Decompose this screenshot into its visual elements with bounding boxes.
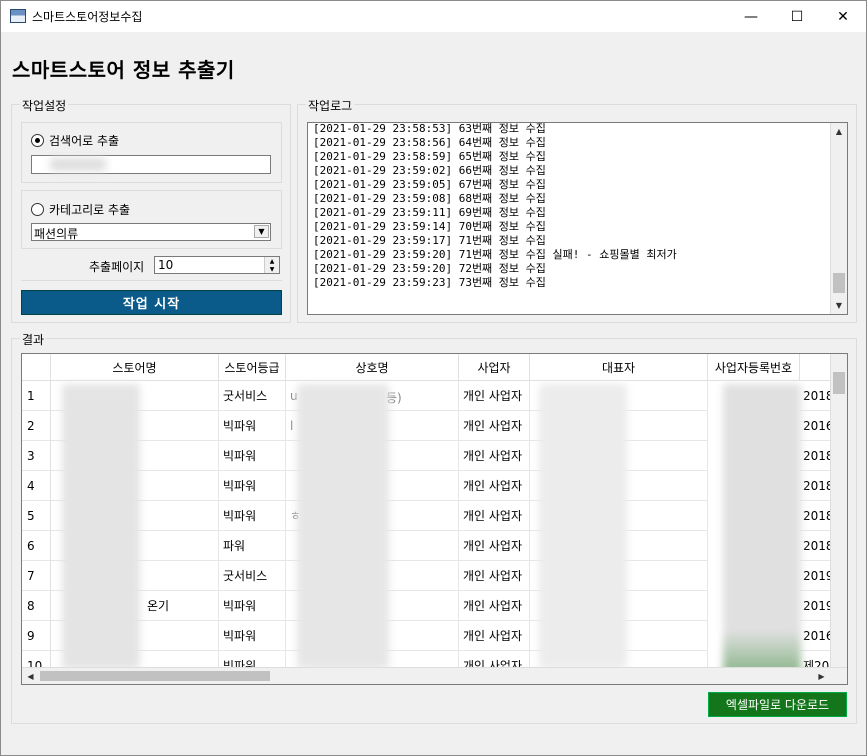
category-box: 카테고리로 추출 패션의류 ▼ xyxy=(21,190,282,249)
cell-regno[interactable]: 2018 xyxy=(800,531,832,561)
scroll-up-icon[interactable]: ▲ xyxy=(831,123,847,140)
column-header-store[interactable]: 스토어명 xyxy=(51,354,219,381)
table-hscrollbar[interactable]: ◀ ▶ xyxy=(22,667,847,684)
redacted-keyword xyxy=(50,158,106,171)
pages-stepper[interactable]: 10 ▲ ▼ xyxy=(154,256,280,274)
log-line: [2021-01-29 23:59:23] 73번째 정보 수집 xyxy=(313,276,546,289)
settings-group-label: 작업설정 xyxy=(20,97,69,114)
excel-download-button[interactable]: 엑셀파일로 다운로드 xyxy=(708,692,847,717)
cell-regno[interactable]: 2018 xyxy=(800,501,832,531)
keyword-box: 검색어로 추출 xyxy=(21,122,282,183)
cell-regno[interactable]: 2019 xyxy=(800,561,832,591)
settings-group: 작업설정 검색어로 추출 카테고리로 추출 패션의류 ▼ 추출페이지 10 ▲ … xyxy=(11,97,291,323)
column-header-company[interactable]: 상호명 xyxy=(286,354,459,381)
title-bar: 스마트스토어정보수집 — ☐ ✕ xyxy=(1,1,866,32)
keyword-input[interactable] xyxy=(31,155,271,174)
stepper-up-icon[interactable]: ▲ xyxy=(265,257,279,265)
row-number[interactable]: 9 xyxy=(22,621,51,651)
column-header-representative[interactable]: 대표자 xyxy=(530,354,708,381)
column-header-extra xyxy=(800,354,832,381)
row-number[interactable]: 2 xyxy=(22,411,51,441)
row-number[interactable]: 8 xyxy=(22,591,51,621)
row-number[interactable]: 4 xyxy=(22,471,51,501)
cell-business[interactable]: 개인 사업자 xyxy=(459,471,530,501)
log-textarea[interactable]: [2021-01-29 23:58:53] 63번째 정보 수집 [2021-01… xyxy=(307,122,848,315)
cell-grade[interactable]: 굿서비스 xyxy=(219,381,286,411)
row-number[interactable]: 7 xyxy=(22,561,51,591)
results-group-label: 결과 xyxy=(20,331,47,348)
cell-regno[interactable]: 2019 xyxy=(800,591,832,621)
category-radio[interactable] xyxy=(31,203,44,216)
cell-grade[interactable]: 빅파워 xyxy=(219,441,286,471)
redacted-company-names xyxy=(297,384,389,669)
cell-grade[interactable]: 빅파워 xyxy=(219,621,286,651)
cell-regno[interactable]: 2016 xyxy=(800,411,832,441)
app-window: 스마트스토어정보수집 — ☐ ✕ 스마트스토어 정보 추출기 작업설정 검색어로… xyxy=(0,0,867,756)
pages-value[interactable]: 10 xyxy=(158,258,173,272)
scroll-thumb[interactable] xyxy=(833,273,845,293)
column-header-regno[interactable]: 사업자등록번호 xyxy=(708,354,800,381)
column-header-grade[interactable]: 스토어등급 xyxy=(219,354,286,381)
stepper-down-icon[interactable]: ▼ xyxy=(265,265,279,273)
category-select-value: 패션의류 xyxy=(34,227,79,241)
cell-business[interactable]: 개인 사업자 xyxy=(459,621,530,651)
log-group: 작업로그 [2021-01-29 23:58:53] 63번째 정보 수집 [20… xyxy=(297,97,857,323)
row-header-corner xyxy=(22,354,51,381)
redacted-store-names xyxy=(62,384,140,669)
cell-grade[interactable]: 빅파워 xyxy=(219,411,286,441)
keyword-radio[interactable] xyxy=(31,134,44,147)
redacted-representatives xyxy=(539,384,627,669)
cell-grade[interactable]: 빅파워 xyxy=(219,591,286,621)
stepper-buttons: ▲ ▼ xyxy=(264,257,279,273)
cell-regno[interactable]: 2018 xyxy=(800,471,832,501)
cell-grade[interactable]: 빅파워 xyxy=(219,501,286,531)
table-hscroll-thumb[interactable] xyxy=(40,671,270,681)
redacted-reg-numbers xyxy=(723,384,801,674)
row-number[interactable]: 6 xyxy=(22,531,51,561)
results-table: 스토어명 스토어등급 상호명 사업자 대표자 사업자등록번호 1 굿서비스 u 등) 개… xyxy=(21,353,848,685)
column-header-business[interactable]: 사업자 xyxy=(459,354,530,381)
cell-business[interactable]: 개인 사업자 xyxy=(459,441,530,471)
divider xyxy=(21,280,282,281)
log-group-label: 작업로그 xyxy=(306,97,355,114)
table-vscrollbar[interactable] xyxy=(830,354,847,667)
cell-regno[interactable]: 2016 xyxy=(800,621,832,651)
cell-regno[interactable]: 2018 xyxy=(800,381,832,411)
chevron-down-icon[interactable]: ▼ xyxy=(254,225,269,238)
cell-business[interactable]: 개인 사업자 xyxy=(459,591,530,621)
scroll-left-icon[interactable]: ◀ xyxy=(22,668,39,684)
category-radio-label[interactable]: 카테고리로 추출 xyxy=(49,201,130,218)
scroll-down-icon[interactable]: ▼ xyxy=(831,297,847,314)
cell-business[interactable]: 개인 사업자 xyxy=(459,501,530,531)
cell-business[interactable]: 개인 사업자 xyxy=(459,381,530,411)
app-icon xyxy=(10,9,26,23)
cell-business[interactable]: 개인 사업자 xyxy=(459,531,530,561)
keyword-radio-label[interactable]: 검색어로 추출 xyxy=(49,132,119,149)
cell-business[interactable]: 개인 사업자 xyxy=(459,561,530,591)
cell-grade[interactable]: 파워 xyxy=(219,531,286,561)
scroll-right-icon[interactable]: ▶ xyxy=(813,668,830,684)
cell-regno[interactable]: 2018 xyxy=(800,441,832,471)
row-number[interactable]: 5 xyxy=(22,501,51,531)
minimize-button[interactable]: — xyxy=(728,1,774,32)
category-select[interactable]: 패션의류 ▼ xyxy=(31,223,271,241)
cell-grade[interactable]: 빅파워 xyxy=(219,471,286,501)
cell-business[interactable]: 개인 사업자 xyxy=(459,411,530,441)
cell-grade[interactable]: 굿서비스 xyxy=(219,561,286,591)
maximize-button[interactable]: ☐ xyxy=(774,1,820,32)
table-vscroll-thumb[interactable] xyxy=(833,372,845,394)
close-button[interactable]: ✕ xyxy=(820,1,866,32)
results-group: 결과 스토어명 스토어등급 상호명 사업자 대표자 사업자등록번호 1 굿서비스 u… xyxy=(11,331,857,724)
page-title: 스마트스토어 정보 추출기 xyxy=(12,58,235,82)
start-button[interactable]: 작업 시작 xyxy=(21,290,282,315)
row-number[interactable]: 3 xyxy=(22,441,51,471)
pages-label: 추출페이지 xyxy=(89,260,145,274)
row-number[interactable]: 1 xyxy=(22,381,51,411)
window-title: 스마트스토어정보수집 xyxy=(32,10,143,24)
log-scrollbar[interactable]: ▲ ▼ xyxy=(830,123,847,314)
